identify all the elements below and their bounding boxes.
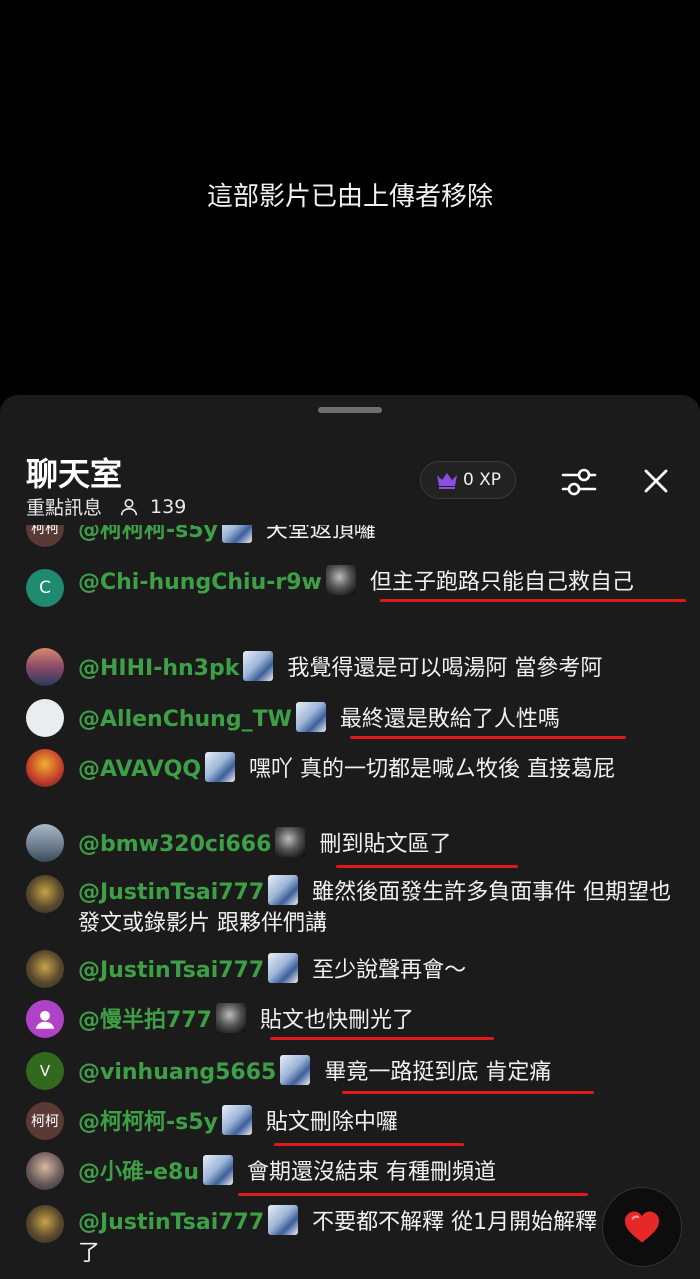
chat-message-list[interactable]: 柯柯 @柯柯柯-s5y 天堂返頂囉 C @Chi-hungChiu-r9w 但主子跑…	[0, 525, 700, 1279]
xp-label: 0 XP	[462, 470, 502, 490]
member-badge	[221, 1105, 252, 1135]
chat-header: 聊天室 重點訊息 139 0 XP	[0, 435, 700, 525]
xp-button[interactable]: 0 XP	[420, 461, 516, 499]
member-badge	[268, 953, 299, 983]
default-avatar-icon	[35, 1010, 55, 1029]
member-badge	[268, 1205, 299, 1235]
message-author[interactable]: @Chi-hungChiu-r9w	[78, 570, 322, 595]
message-text: 貼文也快刪光了	[259, 1008, 414, 1033]
crown-icon	[436, 473, 457, 489]
member-badge	[221, 525, 252, 543]
chat-subheader: 重點訊息 139	[26, 493, 186, 520]
red-underline	[380, 599, 686, 602]
avatar[interactable]: 柯柯	[26, 1102, 64, 1140]
message-text: 至少說聲再會～	[312, 958, 467, 983]
message-author[interactable]: @bmw320ci666	[78, 832, 271, 857]
member-badge	[205, 752, 236, 782]
message-author[interactable]: @JustinTsai777	[78, 880, 264, 905]
message-text: 會期還沒結束 有種刪頻道	[247, 1160, 497, 1185]
message-author[interactable]: @AVAVQQ	[78, 757, 201, 782]
message-author[interactable]: @JustinTsai777	[78, 958, 264, 983]
avatar[interactable]	[26, 699, 64, 737]
message-text: 天堂返頂囉	[265, 525, 376, 543]
avatar[interactable]	[26, 950, 64, 988]
message-text: 刪到貼文區了	[319, 832, 452, 857]
chat-mode-selector[interactable]: 重點訊息	[26, 493, 102, 520]
red-underline	[342, 1091, 594, 1094]
avatar[interactable]	[26, 875, 64, 913]
member-badge	[215, 1003, 246, 1033]
avatar[interactable]	[26, 648, 64, 686]
member-badge	[268, 875, 299, 905]
member-badge	[203, 1155, 234, 1185]
avatar[interactable]: V	[26, 1052, 64, 1090]
message-text: 最終還是敗給了人性嗎	[339, 707, 560, 732]
viewer-count: 139	[150, 495, 187, 518]
chat-title: 聊天室	[26, 455, 123, 493]
member-badge	[243, 651, 274, 681]
avatar[interactable]	[26, 749, 64, 787]
avatar[interactable]: 柯柯	[26, 525, 64, 547]
message-author[interactable]: @vinhuang5665	[78, 1060, 276, 1085]
avatar[interactable]	[26, 1000, 64, 1038]
red-underline	[238, 1193, 588, 1196]
message-author[interactable]: @AllenChung_TW	[78, 707, 292, 732]
message-author[interactable]: @HIHI-hn3pk	[78, 656, 239, 681]
message-text: 但主子跑路只能自己救自己	[369, 570, 634, 595]
message-author[interactable]: @慢半拍777	[78, 1008, 212, 1033]
video-player[interactable]: 這部影片已由上傳者移除	[0, 0, 700, 395]
message-text: 畢竟一路挺到底 肯定痛	[324, 1060, 552, 1085]
message-author[interactable]: @柯柯柯-s5y	[78, 525, 218, 543]
member-badge	[325, 565, 356, 595]
red-underline	[274, 1143, 464, 1146]
message-text: 我覺得還是可以喝湯阿 當參考阿	[287, 656, 603, 681]
avatar[interactable]: C	[26, 569, 64, 607]
avatar[interactable]	[26, 1205, 64, 1243]
chat-panel: 聊天室 重點訊息 139 0 XP 柯柯 @柯柯柯-s5y 天堂返頂囉 C @C…	[0, 395, 700, 1279]
sliders-icon[interactable]	[560, 465, 598, 499]
red-underline	[270, 1037, 494, 1040]
message-author[interactable]: @柯柯柯-s5y	[78, 1110, 218, 1135]
drag-handle[interactable]	[318, 407, 382, 413]
heart-icon	[625, 1211, 659, 1243]
person-icon	[120, 498, 138, 515]
member-badge	[280, 1055, 311, 1085]
red-underline	[350, 736, 626, 739]
reaction-button[interactable]	[602, 1187, 682, 1267]
message-author[interactable]: @小碓-e8u	[78, 1160, 199, 1185]
close-icon[interactable]	[640, 465, 672, 497]
member-badge	[295, 702, 326, 732]
message-author[interactable]: @JustinTsai777	[78, 1210, 264, 1235]
avatar[interactable]	[26, 824, 64, 862]
message-text: 貼文刪除中囉	[265, 1110, 398, 1135]
member-badge	[275, 827, 306, 857]
red-underline	[336, 865, 518, 868]
message-text: 嘿吖 真的一切都是喊ㄙ牧後 直接葛屁	[249, 757, 616, 782]
avatar[interactable]	[26, 1152, 64, 1190]
video-removed-message: 這部影片已由上傳者移除	[206, 182, 493, 212]
